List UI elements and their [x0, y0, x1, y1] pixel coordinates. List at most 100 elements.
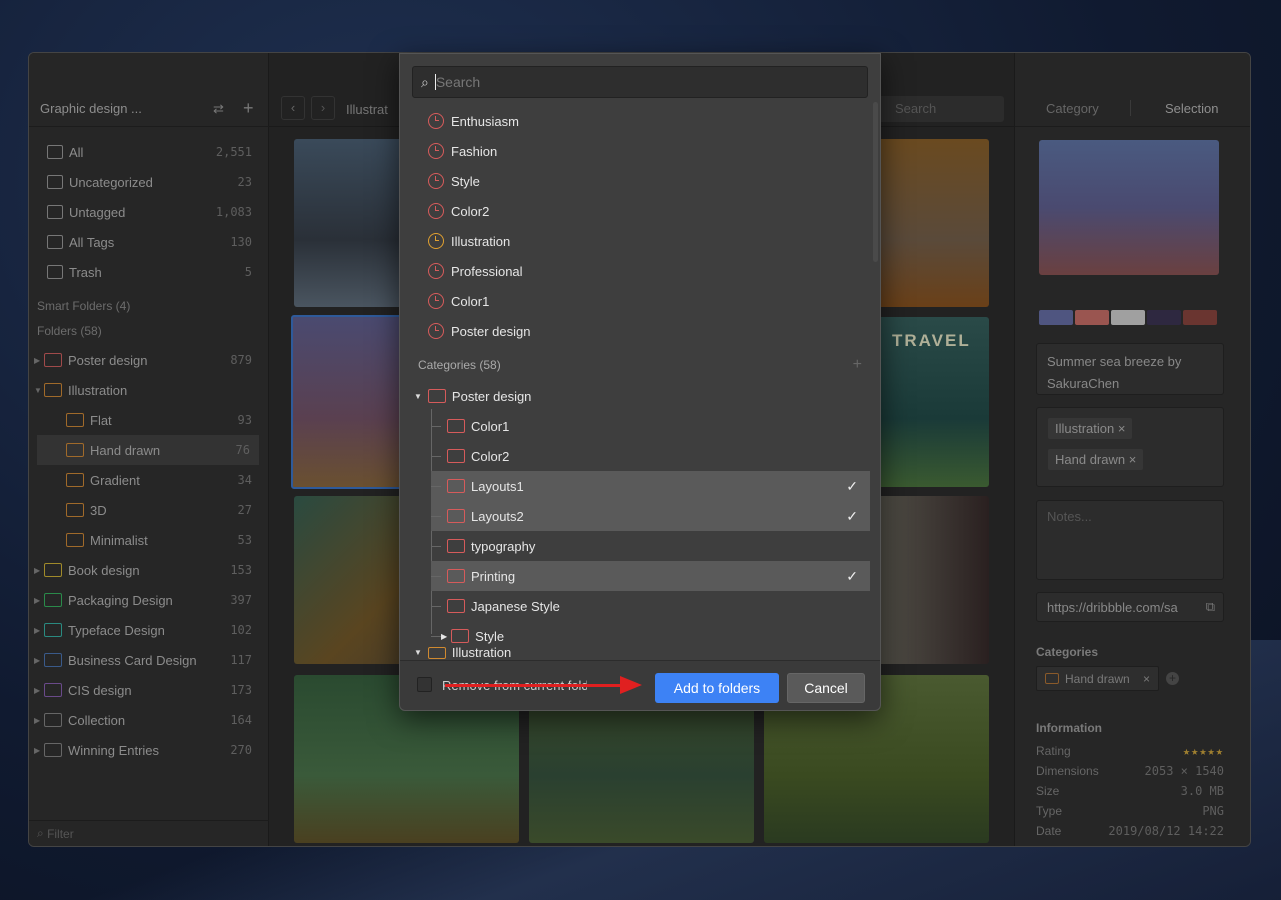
tab-selection[interactable]: Selection: [1165, 101, 1218, 116]
folder-item[interactable]: ▶ Typeface Design 102: [29, 615, 269, 645]
folder-label: Book design: [68, 562, 140, 578]
folder-item[interactable]: Minimalist 53: [29, 525, 269, 555]
folder-icon: [447, 419, 465, 433]
library-name[interactable]: Graphic design ...: [40, 101, 142, 116]
expand-arrow-icon[interactable]: ▶: [34, 686, 44, 695]
folder-item[interactable]: Gradient 34: [29, 465, 269, 495]
category-item[interactable]: Color1: [431, 411, 870, 441]
tag-chip[interactable]: Hand drawn ×: [1048, 449, 1144, 470]
expand-arrow-icon[interactable]: ▶: [34, 716, 44, 725]
category-item[interactable]: Color2: [431, 441, 870, 471]
category-label: typography: [471, 538, 536, 554]
category-item[interactable]: Layouts2 ✓: [431, 501, 870, 531]
folder-count: 76: [235, 443, 250, 457]
title-field[interactable]: Summer sea breeze by SakuraChen: [1036, 343, 1224, 395]
sidebar-item-all-tags[interactable]: All Tags 130: [29, 227, 269, 257]
library-header[interactable]: Graphic design ... ⇄ +: [29, 91, 269, 127]
folder-item[interactable]: ▶ Business Card Design 117: [29, 645, 269, 675]
palette-swatch[interactable]: [1111, 310, 1145, 325]
palette-swatch[interactable]: [1039, 310, 1073, 325]
switch-icon[interactable]: ⇄: [213, 101, 224, 117]
sidebar-item-uncategorized[interactable]: Uncategorized 23: [29, 167, 269, 197]
tags-field[interactable]: Illustration × Hand drawn ×: [1036, 407, 1224, 487]
checkmark-icon: ✓: [846, 507, 858, 524]
recent-tag-item[interactable]: Fashion: [400, 136, 870, 166]
expand-arrow-icon[interactable]: ▶: [34, 746, 44, 755]
filter-input[interactable]: ⌕ Filter: [29, 820, 269, 846]
scrollbar[interactable]: [873, 102, 878, 262]
url-field[interactable]: https://dribbble.com/sa ⧉: [1036, 592, 1224, 622]
remove-category-icon[interactable]: ×: [1143, 672, 1150, 686]
folder-count: 173: [230, 683, 252, 697]
recent-tag-item[interactable]: Poster design: [400, 316, 870, 346]
expand-arrow-icon[interactable]: ▶: [34, 356, 44, 365]
search-input[interactable]: Search: [869, 96, 1004, 122]
folder-label: Illustration: [68, 382, 128, 398]
folder-item[interactable]: ▶ CIS design 173: [29, 675, 269, 705]
cancel-button[interactable]: Cancel: [787, 673, 865, 703]
folder-count: 93: [237, 413, 252, 427]
expand-arrow-icon[interactable]: ▶: [34, 566, 44, 575]
checkmark-icon: ✓: [846, 567, 858, 584]
folders-header[interactable]: Folders (58): [37, 324, 102, 338]
recent-tag-item[interactable]: Color2: [400, 196, 870, 226]
folder-item[interactable]: ▶ Packaging Design 397: [29, 585, 269, 615]
folder-icon: [447, 569, 465, 583]
recent-tag-item[interactable]: Color1: [400, 286, 870, 316]
collapse-arrow-icon[interactable]: ▼: [414, 392, 422, 401]
category-item[interactable]: Layouts1 ✓: [431, 471, 870, 501]
folder-icon: [44, 653, 62, 667]
category-item[interactable]: Printing ✓: [431, 561, 870, 591]
category-item-parent[interactable]: ▼ Illustration: [400, 645, 870, 661]
add-category-icon[interactable]: +: [1166, 672, 1179, 685]
category-item-parent[interactable]: ▼ Poster design: [400, 381, 870, 411]
category-chip[interactable]: Hand drawn ×: [1036, 666, 1159, 691]
sidebar-item-trash[interactable]: Trash 5: [29, 257, 269, 287]
recent-tag-item[interactable]: Illustration: [400, 226, 870, 256]
forward-button[interactable]: ›: [311, 96, 335, 120]
collapse-arrow-icon[interactable]: ▼: [414, 645, 422, 661]
open-link-icon[interactable]: ⧉: [1206, 599, 1215, 615]
recent-tag-item[interactable]: Professional: [400, 256, 870, 286]
folder-item[interactable]: ▶ Winning Entries 270: [29, 735, 269, 765]
dialog-search-input[interactable]: ⌕ Search: [412, 66, 868, 98]
folder-item[interactable]: Hand drawn 76: [37, 435, 259, 465]
category-item[interactable]: typography: [431, 531, 870, 561]
folder-item[interactable]: ▶ Collection 164: [29, 705, 269, 735]
folder-item[interactable]: ▼ Illustration: [29, 375, 269, 405]
notes-field[interactable]: Notes...: [1036, 500, 1224, 580]
folder-item[interactable]: 3D 27: [29, 495, 269, 525]
expand-arrow-icon[interactable]: ▶: [34, 656, 44, 665]
palette-swatch[interactable]: [1075, 310, 1109, 325]
remove-tag-icon[interactable]: ×: [1129, 452, 1137, 467]
folder-label: Business Card Design: [68, 652, 197, 668]
add-category-button[interactable]: +: [853, 356, 862, 374]
sidebar-item-all[interactable]: All 2,551: [29, 137, 269, 167]
expand-arrow-icon[interactable]: ▼: [34, 386, 44, 395]
folder-icon: [44, 683, 62, 697]
folder-count: 53: [237, 533, 252, 547]
palette-swatch[interactable]: [1147, 310, 1181, 325]
remove-checkbox[interactable]: [417, 677, 432, 692]
expand-arrow-icon[interactable]: ▶: [34, 596, 44, 605]
folder-item[interactable]: ▶ Book design 153: [29, 555, 269, 585]
sidebar-item-untagged[interactable]: Untagged 1,083: [29, 197, 269, 227]
back-button[interactable]: ‹: [281, 96, 305, 120]
add-to-folders-button[interactable]: Add to folders: [655, 673, 779, 703]
category-item[interactable]: Japanese Style: [431, 591, 870, 621]
add-icon[interactable]: +: [243, 98, 254, 119]
recent-tag-item[interactable]: Style: [400, 166, 870, 196]
folder-label: 3D: [90, 502, 107, 518]
expand-arrow-icon[interactable]: ▶: [34, 626, 44, 635]
tag-chip[interactable]: Illustration ×: [1048, 418, 1133, 439]
recent-tag-item[interactable]: Enthusiasm: [400, 106, 870, 136]
expand-arrow-icon[interactable]: ▶: [441, 632, 447, 641]
palette-swatch[interactable]: [1183, 310, 1217, 325]
breadcrumb[interactable]: Illustrat: [346, 102, 388, 117]
tab-category[interactable]: Category: [1046, 101, 1099, 116]
remove-tag-icon[interactable]: ×: [1118, 421, 1126, 436]
folder-item[interactable]: ▶ Poster design 879: [29, 345, 269, 375]
folder-label: Poster design: [68, 352, 148, 368]
smart-folders-header[interactable]: Smart Folders (4): [37, 299, 130, 313]
folder-item[interactable]: Flat 93: [29, 405, 269, 435]
